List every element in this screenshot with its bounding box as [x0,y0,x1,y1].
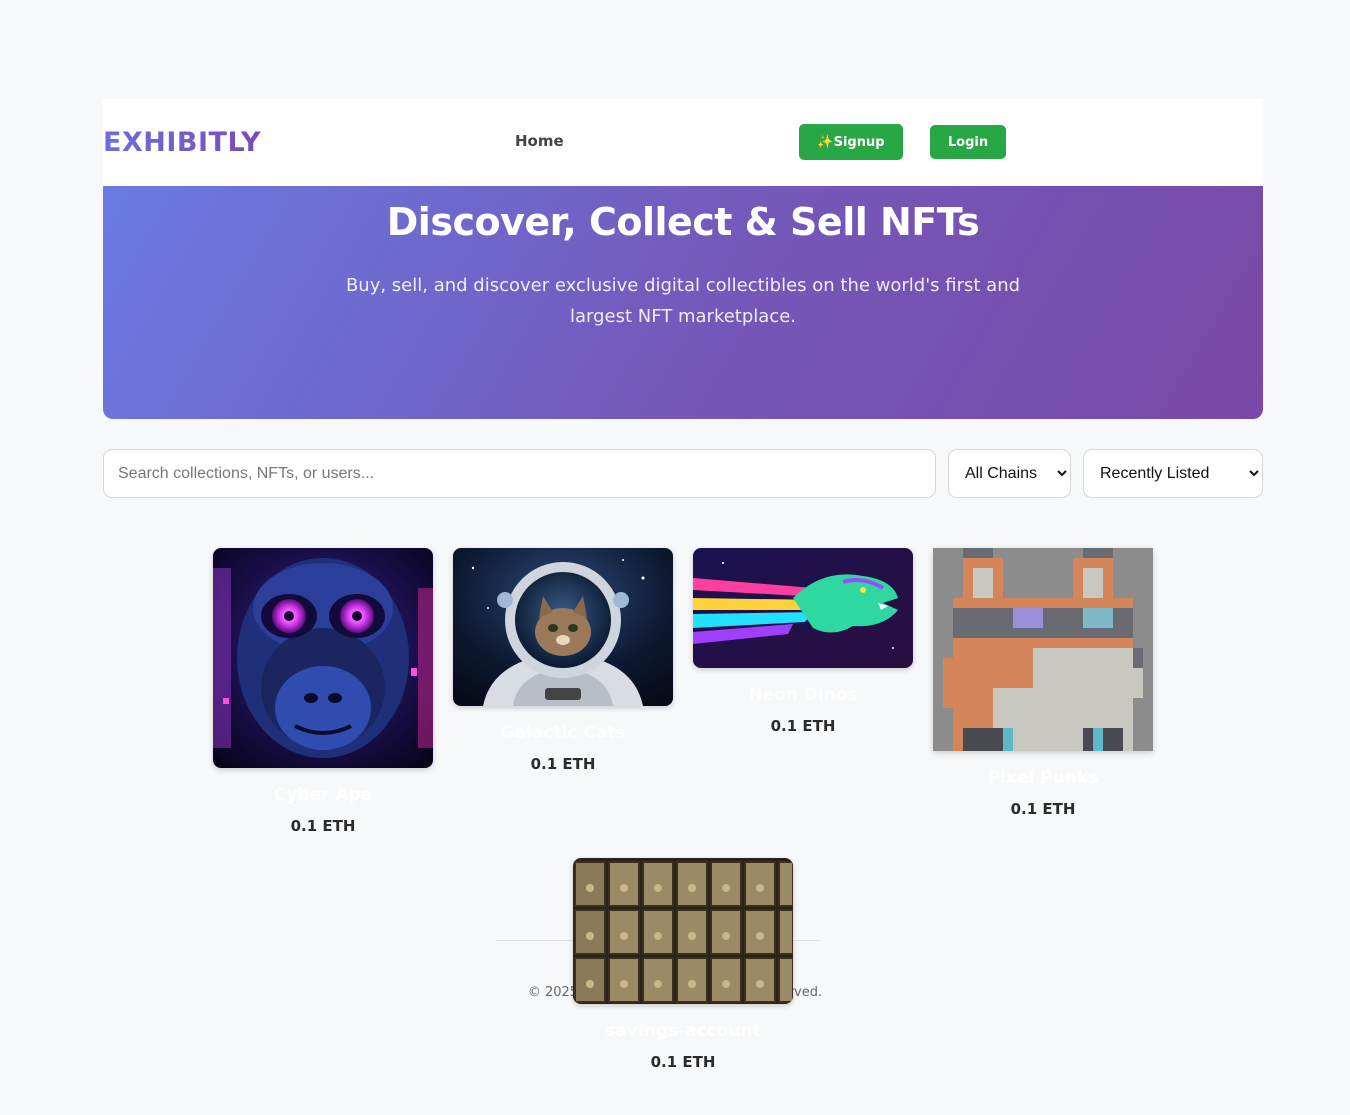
hero-banner: Discover, Collect & Sell NFTs Buy, sell,… [103,186,1263,419]
nft-name: Neon Dinos [748,685,858,705]
nft-card[interactable]: Galactic Cats 0.1 ETH [453,548,673,773]
brand-logo[interactable]: EXHIBITLY [103,127,261,158]
navbar: EXHIBITLY Home ✨Signup Login [103,99,1263,186]
nft-image-astronaut-cat[interactable] [453,548,673,706]
nft-image-neon-trex[interactable] [693,548,913,668]
nft-price: 0.1 ETH [290,817,356,835]
search-input[interactable] [103,449,936,498]
nft-card[interactable]: Neon Dinos 0.1 ETH [693,548,913,735]
nft-card[interactable]: Pixel Punks 0.1 ETH [933,548,1153,818]
nft-image-pixel-fox[interactable] [933,548,1153,751]
nft-card[interactable]: Cyber Ape 0.1 ETH [213,548,433,835]
nft-price: 0.1 ETH [1010,800,1076,818]
nft-name: Pixel Punks [987,768,1099,788]
nft-price: 0.1 ETH [770,717,836,735]
nft-image-neon-monkey[interactable] [213,548,433,768]
nav-home-link[interactable]: Home [515,132,564,150]
nft-image-safe-deposit-boxes[interactable] [573,858,793,1004]
hero-title: Discover, Collect & Sell NFTs [386,200,980,244]
nft-name: Galactic Cats [500,723,626,743]
nft-price: 0.1 ETH [650,1053,716,1071]
nft-card[interactable]: savings-account 0.1 ETH [573,858,793,1071]
signup-button[interactable]: ✨Signup [799,124,903,160]
login-button[interactable]: Login [930,125,1006,159]
hero-subtitle: Buy, sell, and discover exclusive digita… [345,275,1021,327]
sort-select[interactable]: Recently Listed [1083,449,1263,498]
nft-price: 0.1 ETH [530,755,596,773]
nft-name: Cyber Ape [273,785,373,805]
chain-filter-select[interactable]: All Chains [948,449,1071,498]
nft-name: savings-account [605,1021,761,1041]
